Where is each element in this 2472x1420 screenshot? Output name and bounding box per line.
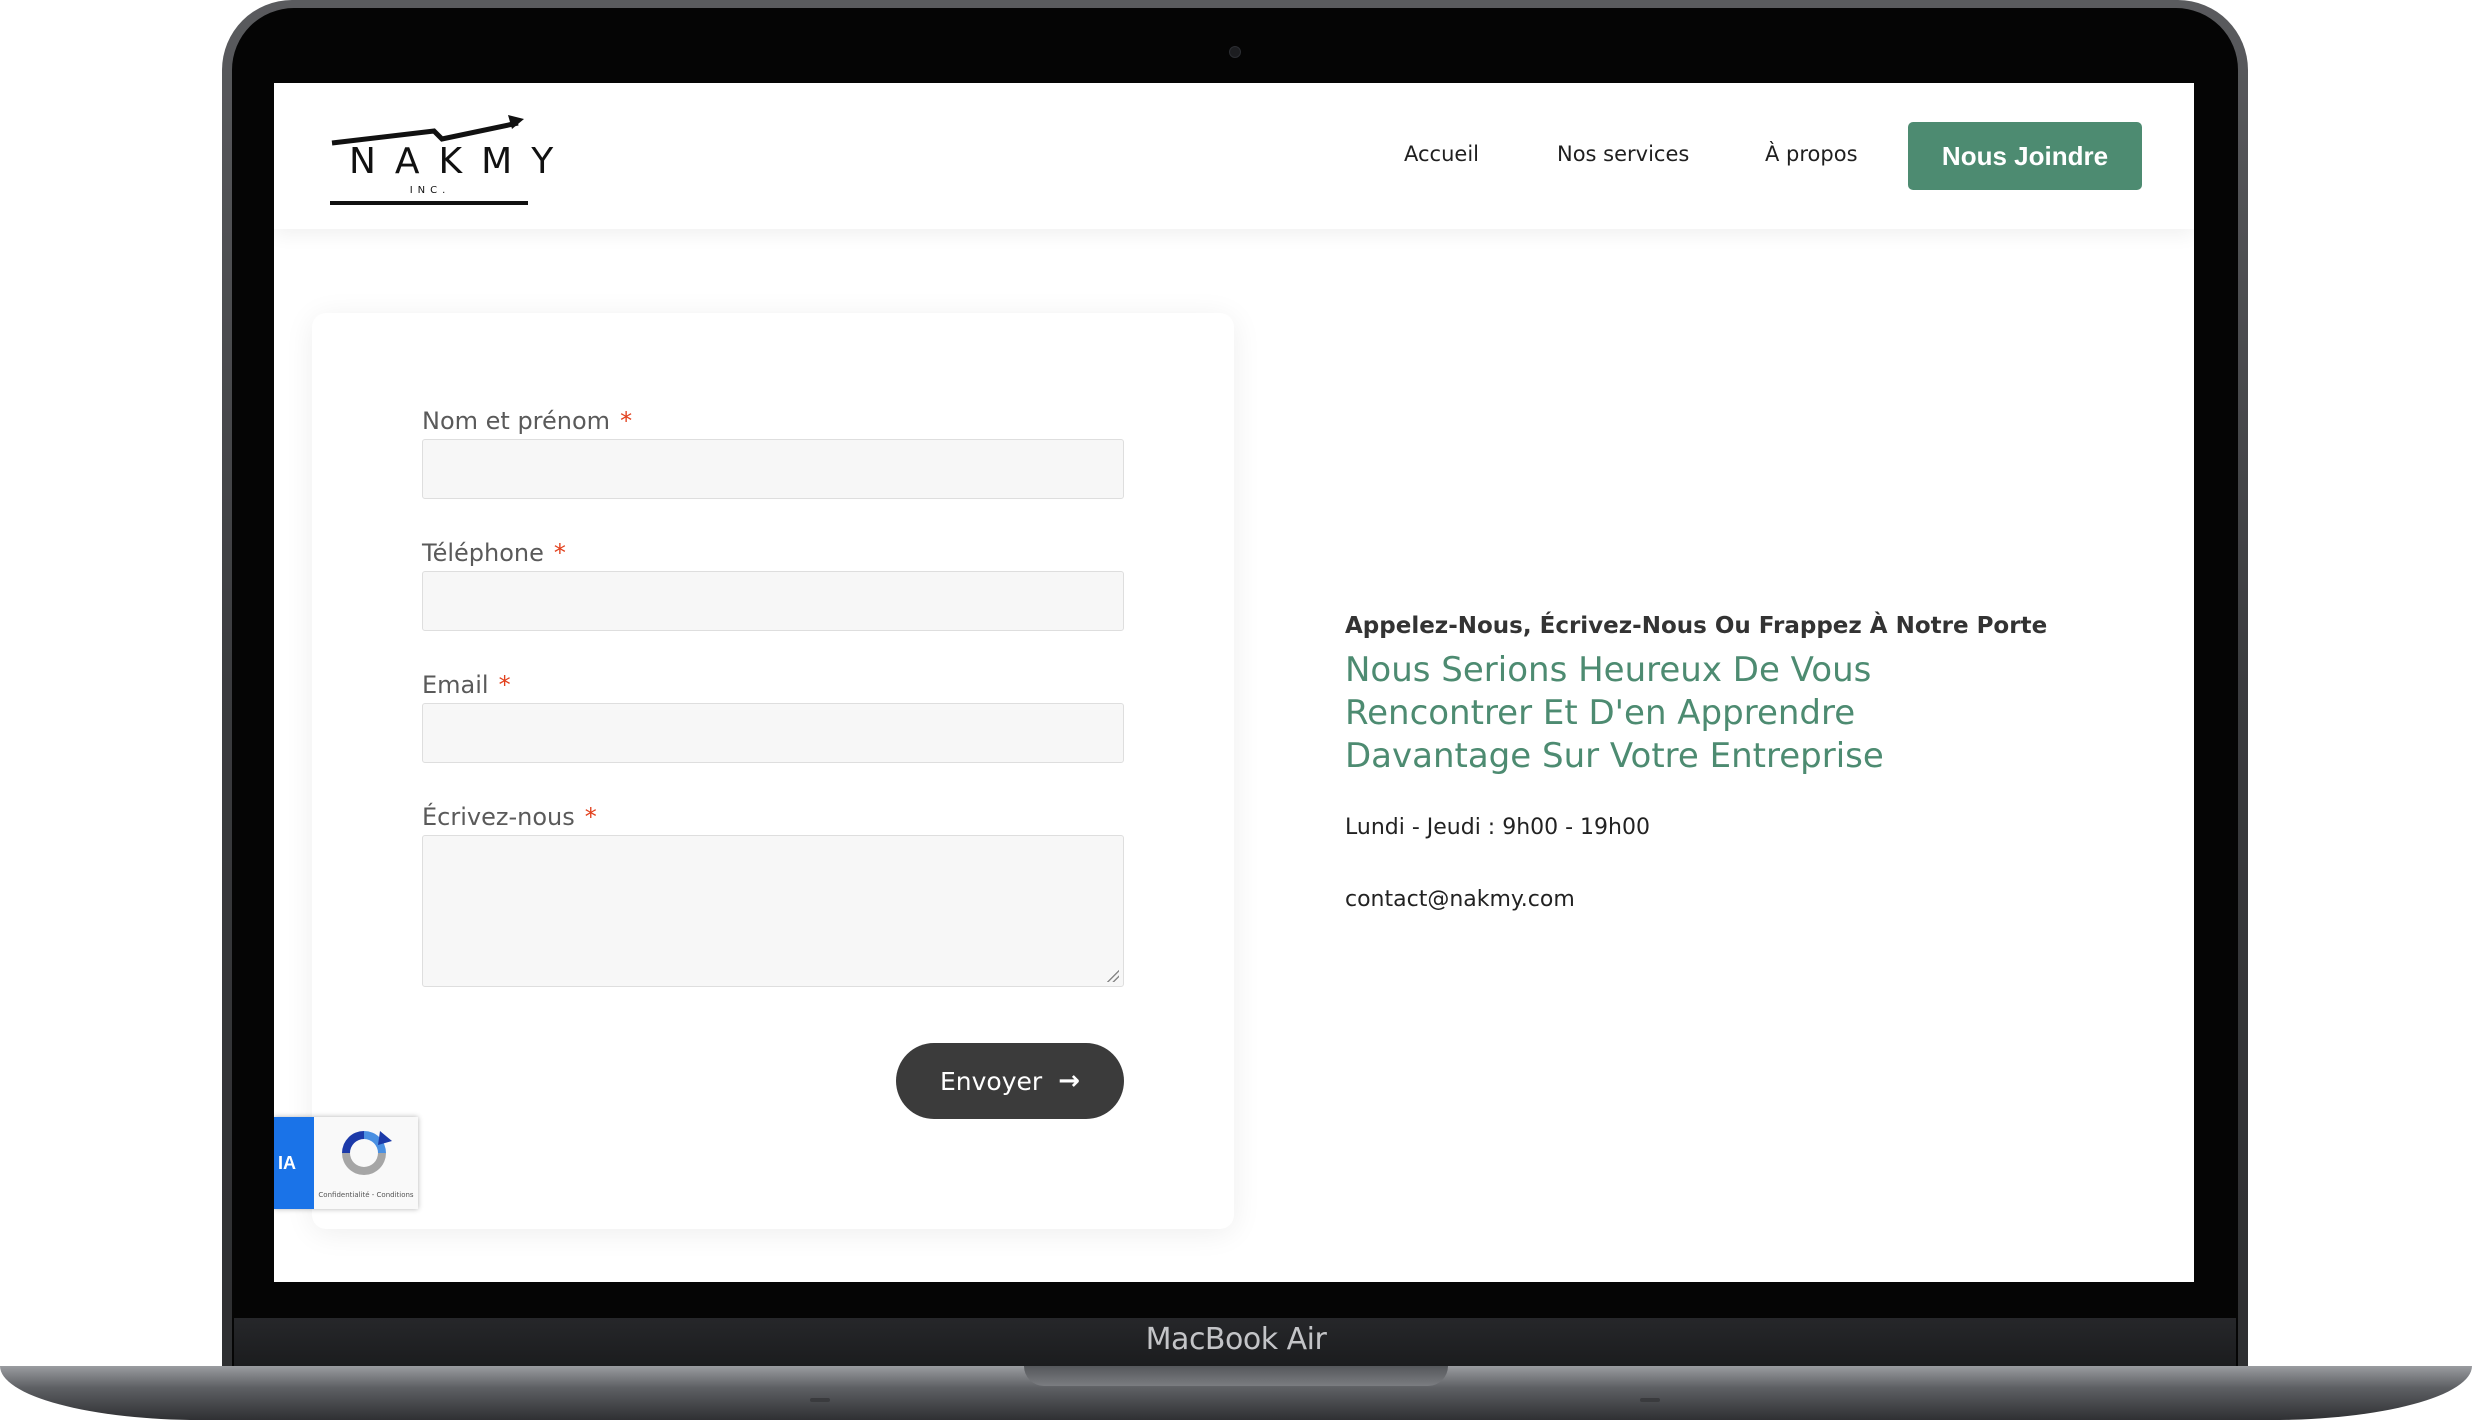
laptop-foot (1640, 1398, 1660, 1402)
contact-form-card: Nom et prénom * Téléphone * Email * Écrivez… (312, 313, 1234, 1229)
resize-handle-icon[interactable] (1107, 970, 1119, 982)
name-label: Nom et prénom * (422, 407, 633, 435)
arrow-right-icon: → (1058, 1066, 1080, 1096)
hinge-notch (1024, 1366, 1448, 1386)
device-label: MacBook Air (1145, 1322, 1327, 1357)
logo-underline (330, 201, 528, 205)
recaptcha-tab: IA (274, 1117, 314, 1209)
message-label: Écrivez-nous * (422, 803, 597, 831)
camera-icon (1229, 46, 1241, 58)
submit-label: Envoyer (940, 1066, 1043, 1096)
nav-item-a-propos[interactable]: À propos (1765, 142, 1858, 166)
website-viewport: NAKMY INC. Accueil Nos services À propos… (274, 83, 2194, 1282)
required-mark: * (498, 671, 511, 699)
site-header: NAKMY INC. Accueil Nos services À propos… (274, 83, 2194, 229)
contact-kicker: Appelez-Nous, Écrivez-Nous Ou Frappez À … (1345, 613, 2048, 639)
nakmy-logo[interactable]: NAKMY INC. (328, 101, 573, 213)
recaptcha-icon (342, 1131, 392, 1175)
message-textarea[interactable] (422, 835, 1124, 987)
opening-hours: Lundi - Jeudi : 9h00 - 19h00 (1345, 815, 1650, 840)
name-input[interactable] (422, 439, 1124, 499)
nav-item-accueil[interactable]: Accueil (1404, 142, 1479, 166)
recaptcha-badge[interactable]: IA Confidentialité - Conditions (274, 1117, 418, 1209)
required-mark: * (584, 803, 597, 831)
heading-line: Rencontrer Et D'en Apprendre (1345, 693, 1856, 733)
nous-joindre-button[interactable]: Nous Joindre (1908, 122, 2142, 190)
logo-wordmark: NAKMY (349, 141, 573, 182)
phone-label: Téléphone * (422, 539, 566, 567)
envoyer-button[interactable]: Envoyer → (896, 1043, 1124, 1119)
email-input[interactable] (422, 703, 1124, 763)
contact-email-link[interactable]: contact@nakmy.com (1345, 887, 1575, 912)
email-label: Email * (422, 671, 511, 699)
contact-heading: Nous Serions Heureux De Vous Rencontrer … (1345, 649, 1985, 778)
heading-line: Nous Serions Heureux De Vous (1345, 650, 1872, 690)
laptop-foot (810, 1398, 830, 1402)
heading-line: Davantage Sur Votre Entreprise (1345, 736, 1884, 776)
required-mark: * (620, 407, 633, 435)
logo-subtitle: INC. (409, 185, 451, 196)
required-mark: * (553, 539, 566, 567)
phone-input[interactable] (422, 571, 1124, 631)
nav-item-nos-services[interactable]: Nos services (1557, 142, 1689, 166)
recaptcha-links[interactable]: Confidentialité - Conditions (316, 1191, 416, 1199)
